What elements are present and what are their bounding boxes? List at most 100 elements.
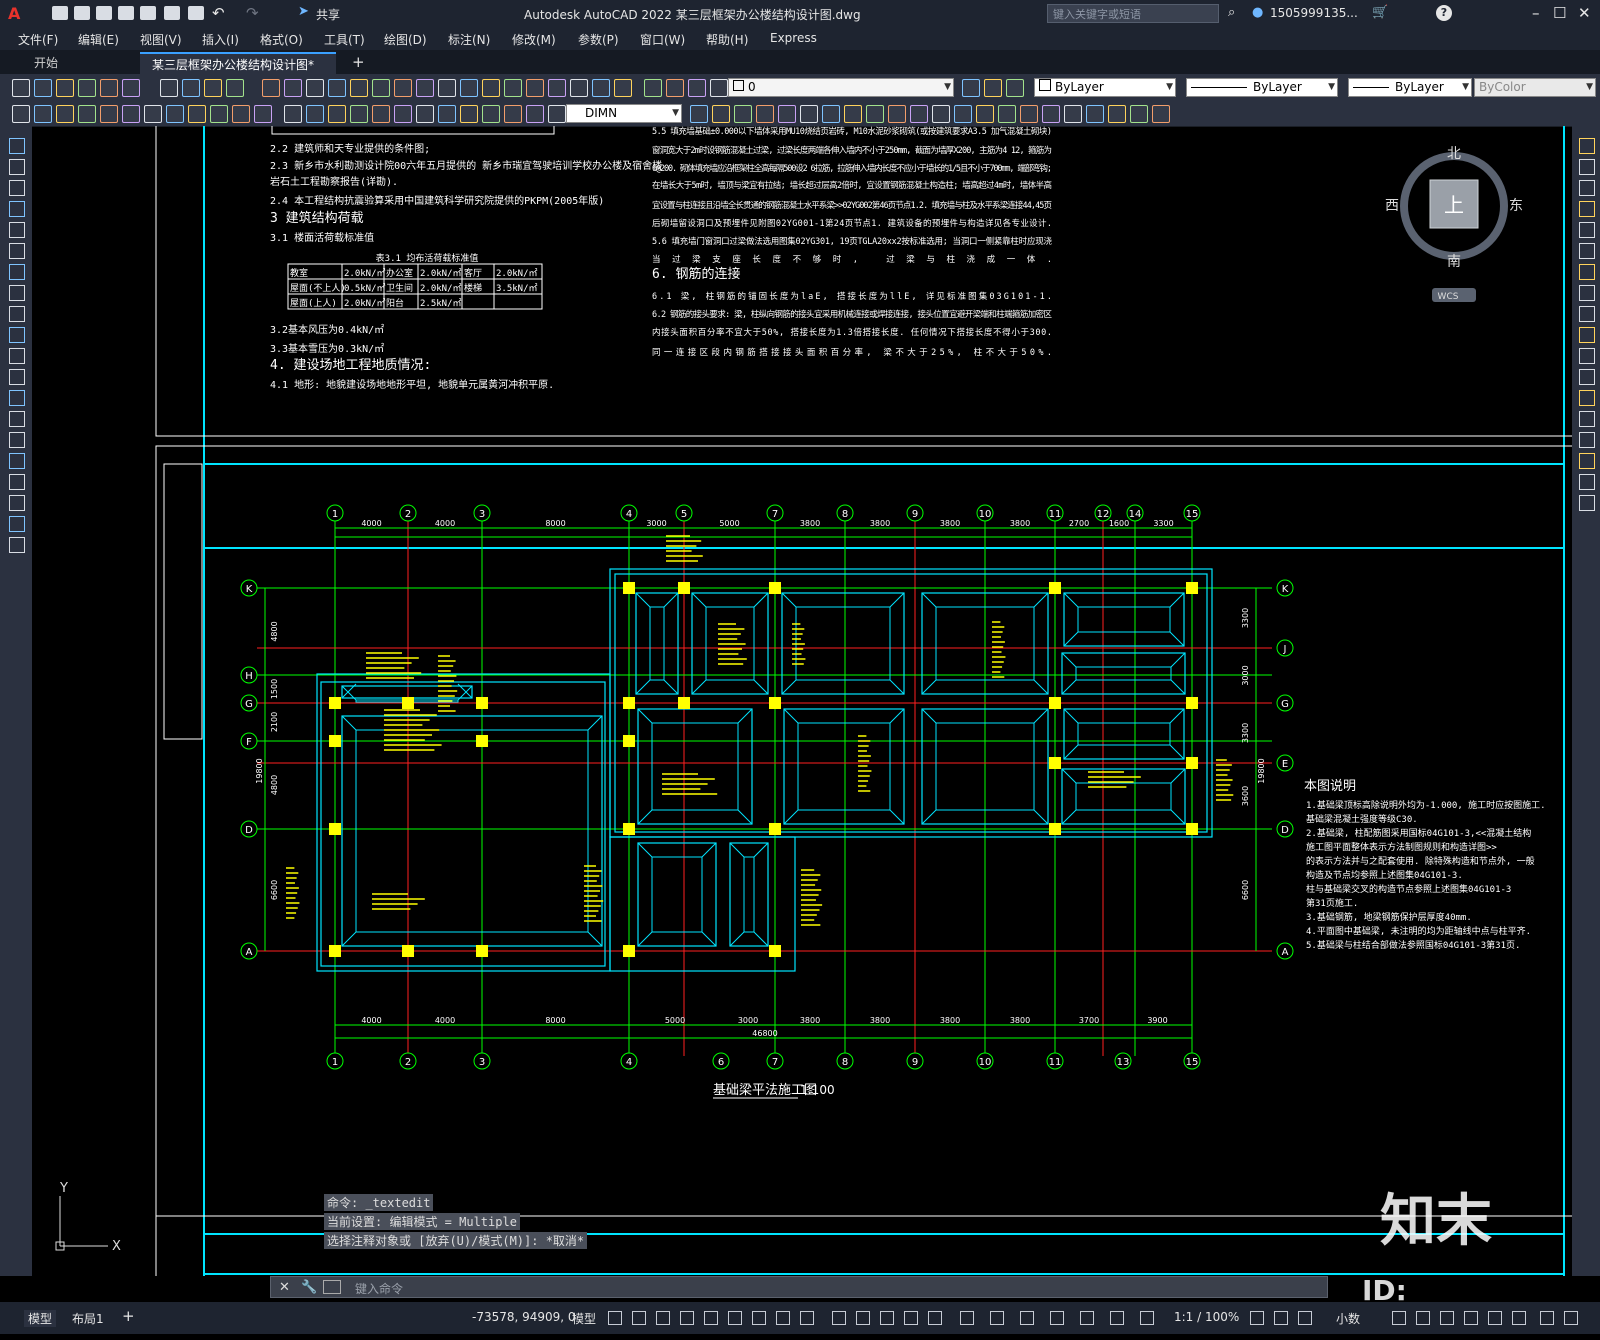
draw-modify-tool-icon[interactable] bbox=[438, 105, 456, 123]
modify-tool-icon[interactable] bbox=[1579, 390, 1595, 406]
modify-tool-icon[interactable] bbox=[1579, 453, 1595, 469]
draw-modify-tool-icon[interactable] bbox=[394, 105, 412, 123]
share-button[interactable]: 共享 bbox=[316, 6, 340, 23]
user-icon[interactable]: ● bbox=[1252, 5, 1263, 20]
status-toggle-icon[interactable] bbox=[856, 1311, 870, 1325]
units-display[interactable]: 小数 bbox=[1336, 1310, 1360, 1327]
layer-dropdown[interactable]: 0 ▼ bbox=[728, 78, 954, 97]
draw-modify-tool-icon[interactable] bbox=[888, 105, 906, 123]
standard-tool-icon[interactable] bbox=[482, 79, 500, 97]
user-name[interactable]: 1505999135... bbox=[1270, 6, 1358, 20]
tab-drawing[interactable]: 某三层框架办公楼结构设计图* bbox=[140, 52, 336, 74]
standard-tool-icon[interactable] bbox=[592, 79, 610, 97]
modify-tool-icon[interactable] bbox=[1579, 222, 1595, 238]
standard-tool-icon[interactable] bbox=[34, 79, 52, 97]
draw-modify-tool-icon[interactable] bbox=[844, 105, 862, 123]
draw-modify-tool-icon[interactable] bbox=[144, 105, 162, 123]
draw-modify-tool-icon[interactable] bbox=[34, 105, 52, 123]
standard-tool-icon[interactable] bbox=[56, 79, 74, 97]
maximize-button[interactable]: ☐ bbox=[1553, 4, 1566, 22]
standard-tool-icon[interactable] bbox=[372, 79, 390, 97]
coordinates-readout[interactable]: -73578, 94909, 0 bbox=[472, 1310, 576, 1324]
status-toggle-icon[interactable] bbox=[1020, 1311, 1034, 1325]
draw-modify-tool-icon[interactable] bbox=[526, 105, 544, 123]
draw-tool-icon[interactable] bbox=[9, 138, 25, 154]
status-toggle-icon[interactable] bbox=[1250, 1311, 1264, 1325]
menu-insert[interactable]: 插入(I) bbox=[202, 31, 239, 48]
draw-modify-tool-icon[interactable] bbox=[232, 105, 250, 123]
lineweight-dropdown[interactable]: ByLayer ▼ bbox=[1348, 78, 1472, 97]
draw-tool-icon[interactable] bbox=[9, 327, 25, 343]
standard-tool-icon[interactable] bbox=[100, 79, 118, 97]
draw-modify-tool-icon[interactable] bbox=[910, 105, 928, 123]
draw-modify-tool-icon[interactable] bbox=[56, 105, 74, 123]
menu-modify[interactable]: 修改(M) bbox=[512, 31, 556, 48]
search-icon[interactable]: ⌕ bbox=[1228, 5, 1235, 20]
draw-modify-tool-icon[interactable] bbox=[800, 105, 818, 123]
status-toggle-icon[interactable] bbox=[1416, 1311, 1430, 1325]
status-toggle-icon[interactable] bbox=[880, 1311, 894, 1325]
standard-tool-icon[interactable] bbox=[688, 79, 706, 97]
menu-tools[interactable]: 工具(T) bbox=[324, 31, 365, 48]
standard-tool-icon[interactable] bbox=[182, 79, 200, 97]
menu-edit[interactable]: 编辑(E) bbox=[78, 31, 119, 48]
draw-modify-tool-icon[interactable] bbox=[1042, 105, 1060, 123]
menu-draw[interactable]: 绘图(D) bbox=[384, 31, 427, 48]
standard-tool-icon[interactable] bbox=[526, 79, 544, 97]
standard-tool-icon[interactable] bbox=[416, 79, 434, 97]
modify-tool-icon[interactable] bbox=[1579, 327, 1595, 343]
save-icon[interactable] bbox=[96, 6, 112, 20]
menu-dimension[interactable]: 标注(N) bbox=[448, 31, 490, 48]
modify-tool-icon[interactable] bbox=[1579, 201, 1595, 217]
menu-format[interactable]: 格式(O) bbox=[260, 31, 303, 48]
status-toggle-icon[interactable] bbox=[752, 1311, 766, 1325]
modify-tool-icon[interactable] bbox=[1579, 474, 1595, 490]
linetype-dropdown[interactable]: ByLayer ▼ bbox=[1186, 78, 1338, 97]
status-toggle-icon[interactable] bbox=[1140, 1311, 1154, 1325]
command-customize-icon[interactable]: 🔧 bbox=[301, 1280, 317, 1295]
draw-modify-tool-icon[interactable] bbox=[1086, 105, 1104, 123]
save-web-icon[interactable] bbox=[164, 6, 180, 20]
plotstyle-dropdown[interactable]: ByColor ▼ bbox=[1474, 78, 1596, 97]
status-toggle-icon[interactable] bbox=[656, 1311, 670, 1325]
minimize-button[interactable]: – bbox=[1532, 4, 1540, 22]
standard-tool-icon[interactable] bbox=[394, 79, 412, 97]
menu-help[interactable]: 帮助(H) bbox=[706, 31, 748, 48]
status-toggle-icon[interactable] bbox=[680, 1311, 694, 1325]
status-toggle-icon[interactable] bbox=[1440, 1311, 1454, 1325]
new-tab-icon[interactable]: + bbox=[352, 53, 365, 71]
draw-modify-tool-icon[interactable] bbox=[866, 105, 884, 123]
draw-tool-icon[interactable] bbox=[9, 516, 25, 532]
status-toggle-icon[interactable] bbox=[990, 1311, 1004, 1325]
command-input[interactable]: 键入命令 bbox=[355, 1280, 403, 1297]
modify-tool-icon[interactable] bbox=[1579, 285, 1595, 301]
standard-tool-icon[interactable] bbox=[204, 79, 222, 97]
draw-modify-tool-icon[interactable] bbox=[482, 105, 500, 123]
standard-tool-icon[interactable] bbox=[438, 79, 456, 97]
draw-tool-icon[interactable] bbox=[9, 474, 25, 490]
standard-tool-icon[interactable] bbox=[350, 79, 368, 97]
modify-tool-icon[interactable] bbox=[1579, 264, 1595, 280]
standard-tool-icon[interactable] bbox=[262, 79, 280, 97]
draw-modify-tool-icon[interactable] bbox=[690, 105, 708, 123]
modify-tool-icon[interactable] bbox=[1579, 243, 1595, 259]
standard-tool-icon[interactable] bbox=[306, 79, 324, 97]
modify-tool-icon[interactable] bbox=[1579, 159, 1595, 175]
draw-tool-icon[interactable] bbox=[9, 453, 25, 469]
draw-tool-icon[interactable] bbox=[9, 306, 25, 322]
draw-modify-tool-icon[interactable] bbox=[504, 105, 522, 123]
draw-tool-icon[interactable] bbox=[9, 159, 25, 175]
viewcube-south[interactable]: 南 bbox=[1447, 254, 1461, 270]
draw-tool-icon[interactable] bbox=[9, 201, 25, 217]
status-toggle-icon[interactable] bbox=[1274, 1311, 1288, 1325]
draw-modify-tool-icon[interactable] bbox=[778, 105, 796, 123]
draw-modify-tool-icon[interactable] bbox=[78, 105, 96, 123]
menu-view[interactable]: 视图(V) bbox=[140, 31, 182, 48]
standard-tool-icon[interactable] bbox=[710, 79, 728, 97]
layout-tab-model[interactable]: 模型 bbox=[24, 1310, 57, 1327]
open-web-icon[interactable] bbox=[140, 6, 156, 20]
draw-modify-tool-icon[interactable] bbox=[998, 105, 1016, 123]
draw-modify-tool-icon[interactable] bbox=[100, 105, 118, 123]
layout-tab-layout1[interactable]: 布局1 bbox=[72, 1310, 104, 1327]
standard-tool-icon[interactable] bbox=[328, 79, 346, 97]
